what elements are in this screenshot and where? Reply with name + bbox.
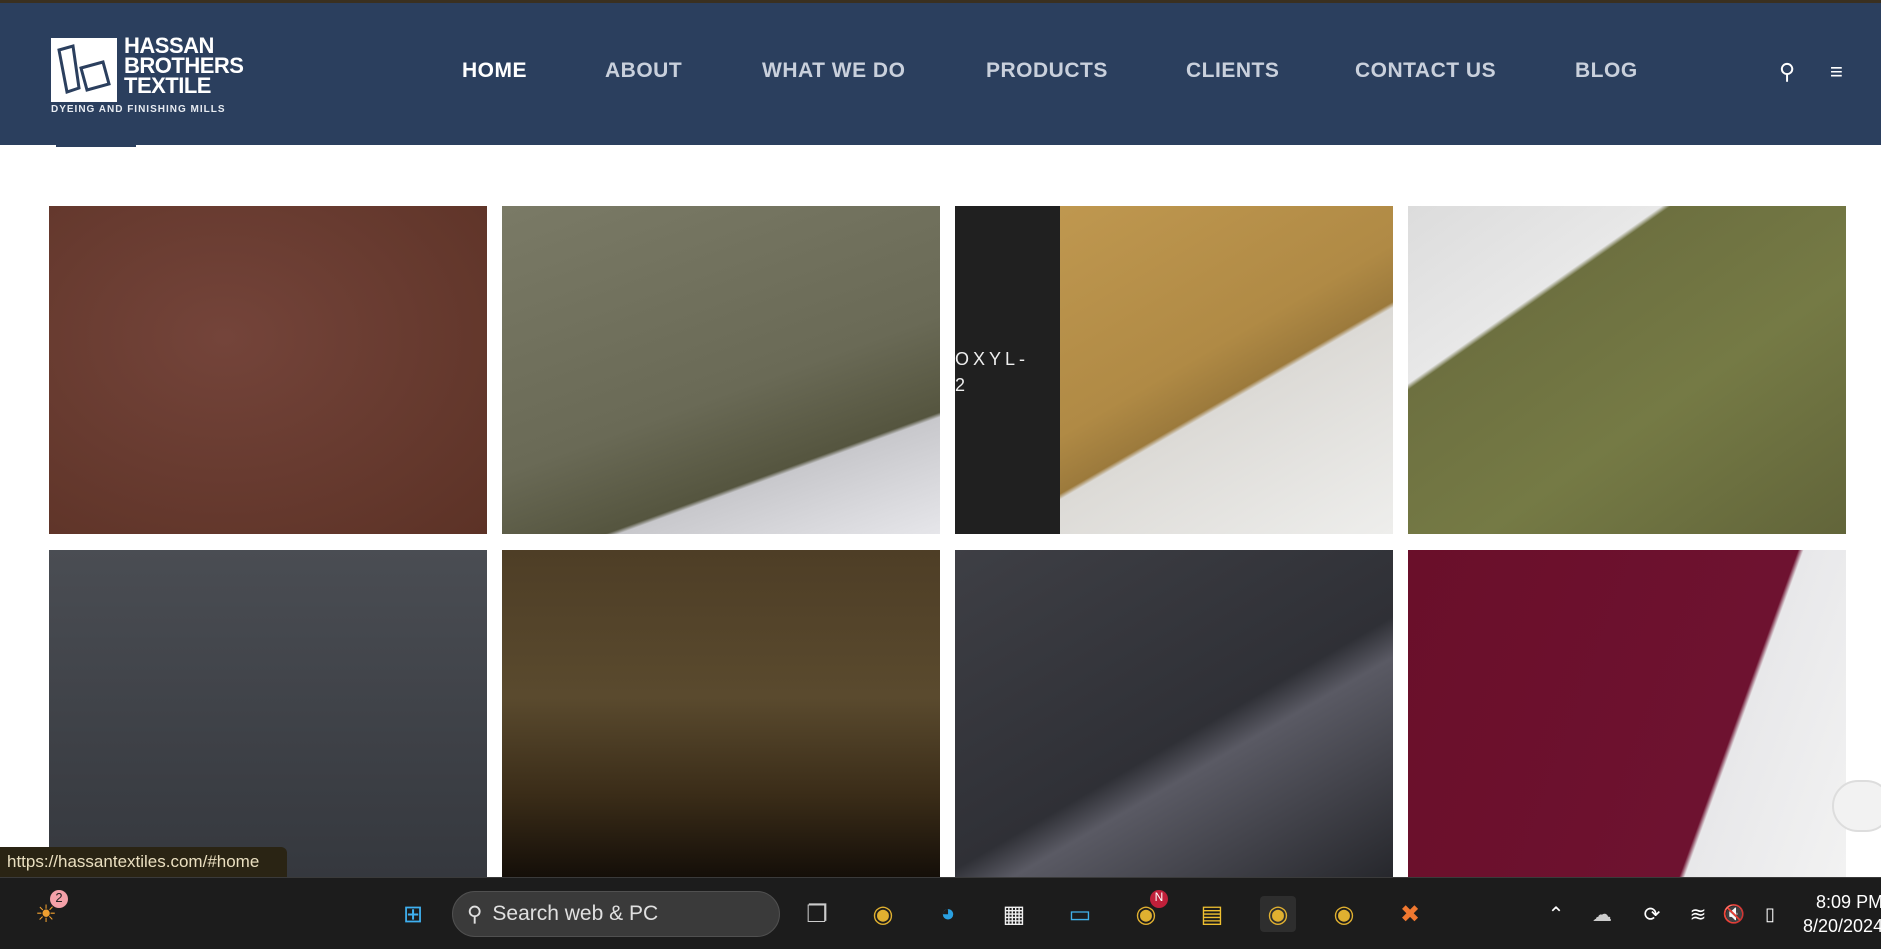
product-tile-dark-brown[interactable] [502, 550, 940, 878]
menu-icon[interactable]: ≡ [1830, 59, 1843, 85]
start-icon[interactable]: ⊞ [395, 896, 431, 932]
product-tile-olive[interactable] [1408, 206, 1846, 534]
chrome-icon-2[interactable]: ◉ [1326, 896, 1362, 932]
product-tile-charcoal-waterproof[interactable] [49, 550, 487, 878]
logo-line3: TEXTILE [124, 73, 211, 98]
widgets-icon[interactable]: ☀ 2 [28, 890, 68, 932]
tray-chevron-icon[interactable]: ⌃ [1538, 896, 1574, 932]
xampp-icon[interactable]: ✖ [1392, 896, 1428, 932]
clock-time: 8:09 PM [1816, 892, 1881, 912]
monitor-icon[interactable]: ▭ [1062, 896, 1098, 932]
site-logo[interactable]: HASSAN BROTHERS TEXTILE DYEING AND FINIS… [51, 35, 251, 116]
task-view-icon[interactable]: ❐ [799, 896, 835, 932]
windows-taskbar: ☀ 2 ⊞ ⚲ Search web & PC ❐ ◉ ◕ ▦ ▭ ◉ N ▤ ◉ ◉… [0, 877, 1881, 949]
chrome-icon[interactable]: ◉ [865, 896, 901, 932]
widgets-badge: 2 [50, 890, 68, 908]
chrome-profile-icon[interactable]: ◉ N [1128, 890, 1168, 932]
volume-muted-icon[interactable]: 🔇 [1716, 896, 1752, 932]
wifi-icon[interactable]: ≋ [1680, 896, 1716, 932]
file-explorer-icon[interactable]: ▤ [1194, 896, 1230, 932]
search-icon[interactable]: ⚲ [1779, 59, 1795, 85]
product-tile-tan[interactable]: OXYL- 2 [955, 206, 1393, 534]
overlay-text-2: 2 [955, 375, 970, 395]
chrome-active-icon[interactable]: ◉ [1260, 896, 1296, 932]
edge-icon[interactable]: ◕ [930, 896, 966, 932]
nav-home[interactable]: HOME [462, 59, 527, 83]
product-tile-brown[interactable] [49, 206, 487, 534]
nav-products[interactable]: PRODUCTS [986, 59, 1108, 83]
overlay-text: OXYL- [955, 349, 1030, 369]
product-tile-dark-grey[interactable] [955, 550, 1393, 878]
clock-date: 8/20/2024 [1803, 916, 1881, 936]
logo-text: HASSAN BROTHERS TEXTILE [124, 35, 244, 98]
floating-assistant-button[interactable] [1832, 780, 1881, 832]
link-status-url: https://hassantextiles.com/#home [0, 847, 287, 877]
logo-tagline: DYEING AND FINISHING MILLS [51, 104, 226, 115]
nav-clients[interactable]: CLIENTS [1186, 59, 1279, 83]
search-icon: ⚲ [467, 902, 483, 926]
nav-about[interactable]: ABOUT [605, 59, 682, 83]
chrome-badge: N [1150, 890, 1168, 908]
site-header: HASSAN BROTHERS TEXTILE DYEING AND FINIS… [0, 3, 1881, 145]
nav-contact-us[interactable]: CONTACT US [1355, 59, 1496, 83]
logo-mark [51, 38, 117, 102]
active-nav-indicator [56, 145, 136, 147]
product-tile-maroon[interactable] [1408, 550, 1846, 878]
onedrive-icon[interactable]: ☁ [1584, 896, 1620, 932]
nav-what-we-do[interactable]: WHAT WE DO [762, 59, 905, 83]
nav-blog[interactable]: BLOG [1575, 59, 1638, 83]
taskbar-search[interactable]: ⚲ Search web & PC [452, 891, 780, 937]
product-tile-olive-grey[interactable] [502, 206, 940, 534]
store-icon[interactable]: ▦ [996, 896, 1032, 932]
search-placeholder: Search web & PC [492, 902, 659, 925]
product-overlay: OXYL- 2 [955, 206, 1060, 534]
battery-icon[interactable]: ▯ [1752, 896, 1788, 932]
sync-icon[interactable]: ⟳ [1634, 896, 1670, 932]
taskbar-clock[interactable]: 8:09 PM 8/20/2024 [1803, 890, 1881, 938]
